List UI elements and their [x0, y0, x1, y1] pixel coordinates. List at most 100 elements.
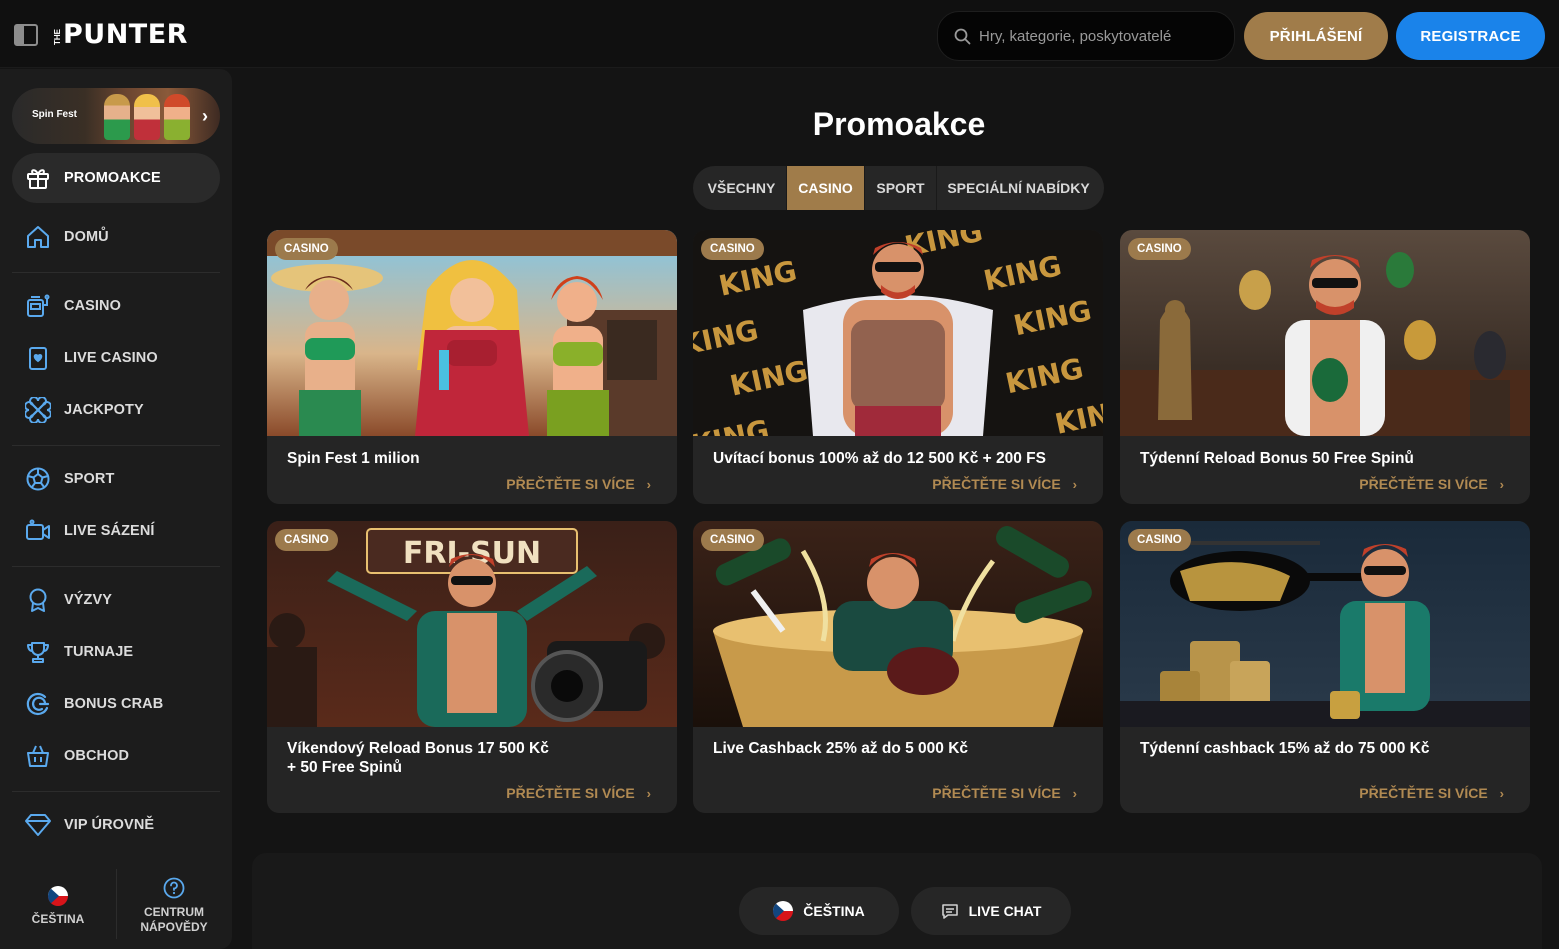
read-more-link[interactable]: PŘEČTĚTE SI VÍCE ›	[932, 476, 1077, 492]
sidebar-item-obchod[interactable]: OBCHOD	[12, 731, 220, 781]
bonus-crab-icon	[24, 690, 52, 718]
card-icon	[24, 344, 52, 372]
read-more-label: PŘEČTĚTE SI VÍCE	[1359, 476, 1488, 492]
soccer-ball-icon	[24, 465, 52, 493]
read-more-label: PŘEČTĚTE SI VÍCE	[506, 785, 635, 801]
gift-icon	[24, 164, 52, 192]
promo-card[interactable]: CASINO Týdenní Reload Bonus 50 Free Spin…	[1120, 230, 1530, 504]
czech-flag-icon	[48, 885, 68, 906]
tab-casino[interactable]: CASINO	[787, 166, 865, 210]
sidebar-footer: ČEŠTINA CENTRUM NÁPOVĚDY	[0, 863, 232, 949]
promo-image	[267, 230, 677, 436]
sidebar-divider	[12, 272, 220, 273]
help-label-line1: CENTRUM	[143, 905, 204, 919]
read-more-label: PŘEČTĚTE SI VÍCE	[932, 476, 1061, 492]
help-label: CENTRUM NÁPOVĚDY	[140, 905, 207, 935]
logo[interactable]: THE PUNTER	[53, 19, 188, 50]
promo-image: KING KING KING KING KING KING KING KING …	[693, 230, 1103, 436]
sidebar-item-sport[interactable]: SPORT	[12, 454, 220, 504]
search-box[interactable]	[937, 11, 1235, 61]
language-label: ČEŠTINA	[31, 911, 85, 926]
promo-card[interactable]: CASINO Spin Fest 1 milion PŘEČTĚTE SI VÍ…	[267, 230, 677, 504]
sidebar-item-bonus-crab[interactable]: BONUS CRAB	[12, 679, 220, 729]
search-input[interactable]	[979, 27, 1219, 45]
promo-card[interactable]: CASINO Live Cashback 25% až do 5 000 Kč …	[693, 521, 1103, 813]
tab-special-offers[interactable]: SPECIÁLNÍ NABÍDKY	[937, 166, 1100, 210]
video-camera-icon	[24, 517, 52, 545]
logo-wordmark: PUNTER	[63, 19, 188, 50]
sidebar-item-live-sazeni[interactable]: LIVE SÁZENÍ	[12, 506, 220, 556]
category-badge: CASINO	[1128, 529, 1191, 551]
sidebar-item-promoakce[interactable]: PROMOAKCE	[12, 153, 220, 203]
read-more-link[interactable]: PŘEČTĚTE SI VÍCE ›	[1359, 785, 1504, 801]
sidebar-item-label: VÝZVY	[64, 592, 113, 608]
tab-all[interactable]: VŠECHNY	[697, 166, 787, 210]
sidebar-item-domu[interactable]: DOMŮ	[12, 212, 220, 262]
help-label-line2: NÁPOVĚDY	[140, 920, 208, 934]
sidebar-item-live-casino[interactable]: LIVE CASINO	[12, 333, 220, 383]
sidebar-item-label: DOMŮ	[64, 229, 109, 245]
home-icon	[24, 223, 52, 251]
help-center-link[interactable]: CENTRUM NÁPOVĚDY	[116, 863, 232, 949]
sidebar-item-label: BONUS CRAB	[64, 696, 164, 712]
promo-image: FRI-SUN	[267, 521, 677, 727]
sidebar-toggle-icon[interactable]	[14, 24, 38, 46]
promo-image	[1120, 230, 1530, 436]
promo-title-line2: + 50 Free Spinů	[287, 759, 403, 776]
sidebar-item-vyzvy[interactable]: VÝZVY	[12, 575, 220, 625]
top-header: THE PUNTER PŘIHLÁŠENÍ REGISTRACE	[0, 0, 1559, 68]
promo-card[interactable]: CASINO Týdenní cashback 15% až do 75 000…	[1120, 521, 1530, 813]
chat-icon	[941, 904, 958, 919]
chevron-right-icon: ›	[1072, 785, 1077, 801]
sidebar-item-label: LIVE SÁZENÍ	[64, 523, 155, 539]
promo-title: Týdenní cashback 15% až do 75 000 Kč	[1140, 740, 1430, 757]
live-chat-label: LIVE CHAT	[968, 903, 1042, 919]
read-more-link[interactable]: PŘEČTĚTE SI VÍCE ›	[932, 785, 1077, 801]
spin-fest-banner[interactable]: Spin Fest ›	[12, 88, 220, 144]
sidebar-item-casino[interactable]: CASINO	[12, 281, 220, 331]
promo-title: Spin Fest 1 milion	[287, 450, 420, 467]
category-badge: CASINO	[701, 238, 764, 260]
category-badge: CASINO	[275, 529, 338, 551]
live-chat-button[interactable]: LIVE CHAT	[911, 887, 1071, 935]
spin-fest-banner-label: Spin Fest	[32, 109, 78, 120]
sidebar-item-label: SPORT	[64, 471, 115, 487]
read-more-link[interactable]: PŘEČTĚTE SI VÍCE ›	[1359, 476, 1504, 492]
category-badge: CASINO	[701, 529, 764, 551]
promo-image	[693, 521, 1103, 727]
read-more-label: PŘEČTĚTE SI VÍCE	[932, 785, 1061, 801]
promo-title-line1: Víkendový Reload Bonus 17 500 Kč	[287, 740, 549, 757]
tab-sport[interactable]: SPORT	[865, 166, 937, 210]
category-badge: CASINO	[1128, 238, 1191, 260]
read-more-link[interactable]: PŘEČTĚTE SI VÍCE ›	[506, 785, 651, 801]
chevron-right-icon: ›	[1072, 476, 1077, 492]
language-selector[interactable]: ČEŠTINA	[0, 863, 116, 949]
read-more-label: PŘEČTĚTE SI VÍCE	[506, 476, 635, 492]
read-more-link[interactable]: PŘEČTĚTE SI VÍCE ›	[506, 476, 651, 492]
sidebar-divider	[12, 566, 220, 567]
promo-title: Víkendový Reload Bonus 17 500 Kč + 50 Fr…	[287, 739, 657, 777]
logo-prefix: THE	[53, 29, 62, 45]
promo-title: Live Cashback 25% až do 5 000 Kč	[713, 740, 969, 757]
help-icon	[163, 877, 185, 899]
sidebar-item-label: PROMOAKCE	[64, 170, 161, 186]
sidebar-item-label: CASINO	[64, 298, 121, 314]
login-button[interactable]: PŘIHLÁŠENÍ	[1244, 12, 1388, 60]
chevron-right-icon: ›	[646, 476, 651, 492]
sidebar-item-label: JACKPOTY	[64, 402, 144, 418]
ribbon-icon	[24, 586, 52, 614]
promo-card[interactable]: KING KING KING KING KING KING KING KING …	[693, 230, 1103, 504]
sidebar-item-jackpoty[interactable]: JACKPOTY	[12, 385, 220, 435]
trophy-icon	[24, 638, 52, 666]
sidebar-item-label: LIVE CASINO	[64, 350, 158, 366]
register-button[interactable]: REGISTRACE	[1396, 12, 1545, 60]
sidebar-item-vip-urovne[interactable]: VIP ÚROVNĚ	[12, 800, 220, 850]
sidebar-item-label: OBCHOD	[64, 748, 130, 764]
chevron-right-icon: ›	[1499, 476, 1504, 492]
sidebar-divider	[12, 791, 220, 792]
chevron-right-icon: ›	[202, 106, 208, 126]
shop-basket-icon	[24, 742, 52, 770]
footer-language-button[interactable]: ČEŠTINA	[739, 887, 899, 935]
promo-card[interactable]: FRI-SUN CASINO Víkendový Reload Bonus 17…	[267, 521, 677, 813]
sidebar-item-turnaje[interactable]: TURNAJE	[12, 627, 220, 677]
